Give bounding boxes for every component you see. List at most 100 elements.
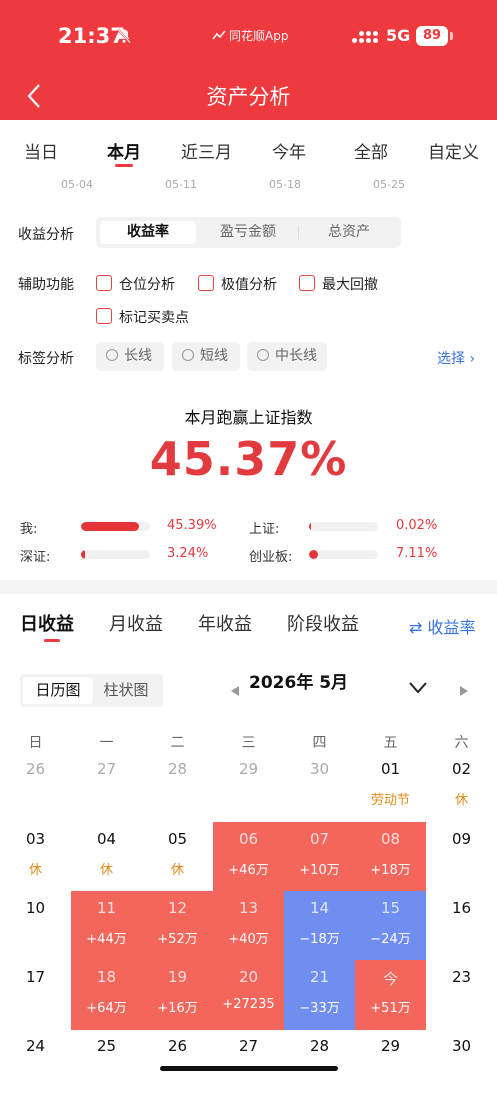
calendar-day[interactable]: 29 [355, 1029, 426, 1099]
day-number: 21 [309, 968, 330, 986]
day-profit: +51万 [370, 1001, 411, 1016]
calendar-day[interactable]: 02 休 [426, 752, 497, 822]
calendar-day[interactable]: 08 +18万 [355, 822, 426, 892]
compare-bar-sh [309, 522, 378, 531]
day-number: 20 [238, 968, 259, 986]
calendar-day[interactable]: 11 +44万 [71, 891, 142, 961]
compare-label-me: 我: [20, 522, 38, 537]
radio-icon [106, 349, 118, 361]
tab-daily-earnings[interactable]: 日收益 [20, 610, 74, 636]
seg-total-assets[interactable]: 总资产 [301, 221, 397, 244]
calendar-day[interactable]: 15 −24万 [355, 891, 426, 961]
calendar-day[interactable]: 26 [0, 752, 71, 822]
position-analysis-checkbox[interactable] [96, 275, 112, 291]
prev-month-icon[interactable] [231, 686, 239, 696]
seg-divider [298, 226, 299, 240]
assist-label: 辅助功能 [18, 277, 74, 293]
calendar-day[interactable]: 27 [213, 1029, 284, 1099]
calendar-day[interactable]: 09 [426, 822, 497, 892]
tag-long-term-label: 长线 [124, 348, 152, 364]
calendar-day[interactable]: 14 −18万 [284, 891, 355, 961]
tab-all[interactable]: 全部 [354, 138, 388, 163]
weekday-label: 二 [170, 735, 185, 751]
calendar-day[interactable]: 01 劳动节 [355, 752, 426, 822]
network-type: 5G [386, 26, 411, 45]
battery-icon [450, 32, 453, 40]
calendar-day[interactable]: 26 [142, 1029, 213, 1099]
weekday-label: 一 [99, 735, 114, 751]
calendar-day[interactable]: 今 +51万 [355, 960, 426, 1030]
calendar-day[interactable]: 10 [0, 891, 71, 961]
day-number: 08 [380, 830, 401, 848]
calendar-day[interactable]: 07 +10万 [284, 822, 355, 892]
tag-long-term[interactable]: 长线 [96, 342, 164, 371]
day-number: 27 [96, 760, 117, 778]
calendar-day[interactable]: 17 [0, 960, 71, 1030]
signal-icon [352, 30, 378, 46]
calendar-day[interactable]: 28 [284, 1029, 355, 1099]
extreme-analysis-checkbox[interactable] [198, 275, 214, 291]
day-note: 休 [454, 793, 468, 808]
calendar-day[interactable]: 16 [426, 891, 497, 961]
day-number: 25 [96, 1037, 117, 1055]
bar-view-button[interactable]: 柱状图 [92, 677, 160, 704]
chevron-down-icon[interactable] [408, 681, 428, 695]
calendar-day[interactable]: 21 −33万 [284, 960, 355, 1030]
compare-value-cyb: 7.11% [396, 546, 438, 561]
day-number: 01 [380, 760, 401, 778]
calendar-day[interactable]: 30 [426, 1029, 497, 1099]
day-profit: +64万 [86, 1001, 127, 1016]
calendar-day[interactable]: 30 [284, 752, 355, 822]
seg-profit-amount[interactable]: 盈亏金额 [200, 221, 296, 244]
tab-period-earnings[interactable]: 阶段收益 [287, 610, 359, 636]
mark-trades-checkbox[interactable] [96, 308, 112, 324]
day-number: 10 [25, 899, 46, 917]
calendar-view-button[interactable]: 日历图 [23, 677, 93, 704]
bell-muted-icon [117, 28, 131, 44]
month-title: 2026年 5月 [249, 673, 349, 693]
tab-custom[interactable]: 自定义 [428, 138, 479, 163]
tab-monthly-earnings[interactable]: 月收益 [109, 610, 163, 636]
tab-today[interactable]: 当日 [24, 138, 58, 163]
calendar-day[interactable]: 25 [71, 1029, 142, 1099]
tag-mid-long-term[interactable]: 中长线 [247, 342, 327, 371]
calendar-day[interactable]: 23 [426, 960, 497, 1030]
switch-metric-label: 收益率 [427, 618, 476, 637]
select-link[interactable]: 选择 › [437, 348, 475, 368]
calendar-day[interactable]: 12 +52万 [142, 891, 213, 961]
calendar-day[interactable]: 04 休 [71, 822, 142, 892]
tab-yearly-earnings[interactable]: 年收益 [198, 610, 252, 636]
seg-return-rate[interactable]: 收益率 [100, 221, 196, 244]
day-number: 03 [25, 830, 46, 848]
calendar-day[interactable]: 19 +16万 [142, 960, 213, 1030]
calendar-day[interactable]: 05 休 [142, 822, 213, 892]
tab-this-year[interactable]: 今年 [272, 138, 306, 163]
day-number: 28 [167, 760, 188, 778]
switch-metric-button[interactable]: ⇄ 收益率 [409, 614, 476, 638]
tab-this-month[interactable]: 本月 [107, 138, 141, 163]
calendar-day[interactable]: 29 [213, 752, 284, 822]
app-chip[interactable]: 同花顺App [212, 27, 288, 44]
tag-analysis-label: 标签分析 [18, 351, 74, 367]
calendar-day[interactable]: 03 休 [0, 822, 71, 892]
chart-icon [212, 30, 226, 40]
calendar-day[interactable]: 20 +27235 [213, 960, 284, 1030]
tab-three-months[interactable]: 近三月 [181, 138, 232, 163]
compare-value-me: 45.39% [167, 518, 217, 533]
calendar-day[interactable]: 28 [142, 752, 213, 822]
tag-short-term[interactable]: 短线 [172, 342, 240, 371]
day-profit: +27235 [222, 997, 275, 1012]
beat-index-title: 本月跑赢上证指数 [184, 408, 313, 427]
day-number: 06 [238, 830, 259, 848]
day-number: 16 [451, 899, 472, 917]
calendar-day[interactable]: 18 +64万 [71, 960, 142, 1030]
section-divider [0, 580, 497, 594]
calendar-day[interactable]: 06 +46万 [213, 822, 284, 892]
calendar-day[interactable]: 24 [0, 1029, 71, 1099]
max-drawdown-checkbox[interactable] [299, 275, 315, 291]
calendar-day[interactable]: 27 [71, 752, 142, 822]
next-month-icon[interactable] [460, 686, 468, 696]
calendar-day[interactable]: 13 +40万 [213, 891, 284, 961]
radio-icon [182, 349, 194, 361]
beat-index-value: 45.37% [149, 432, 348, 486]
